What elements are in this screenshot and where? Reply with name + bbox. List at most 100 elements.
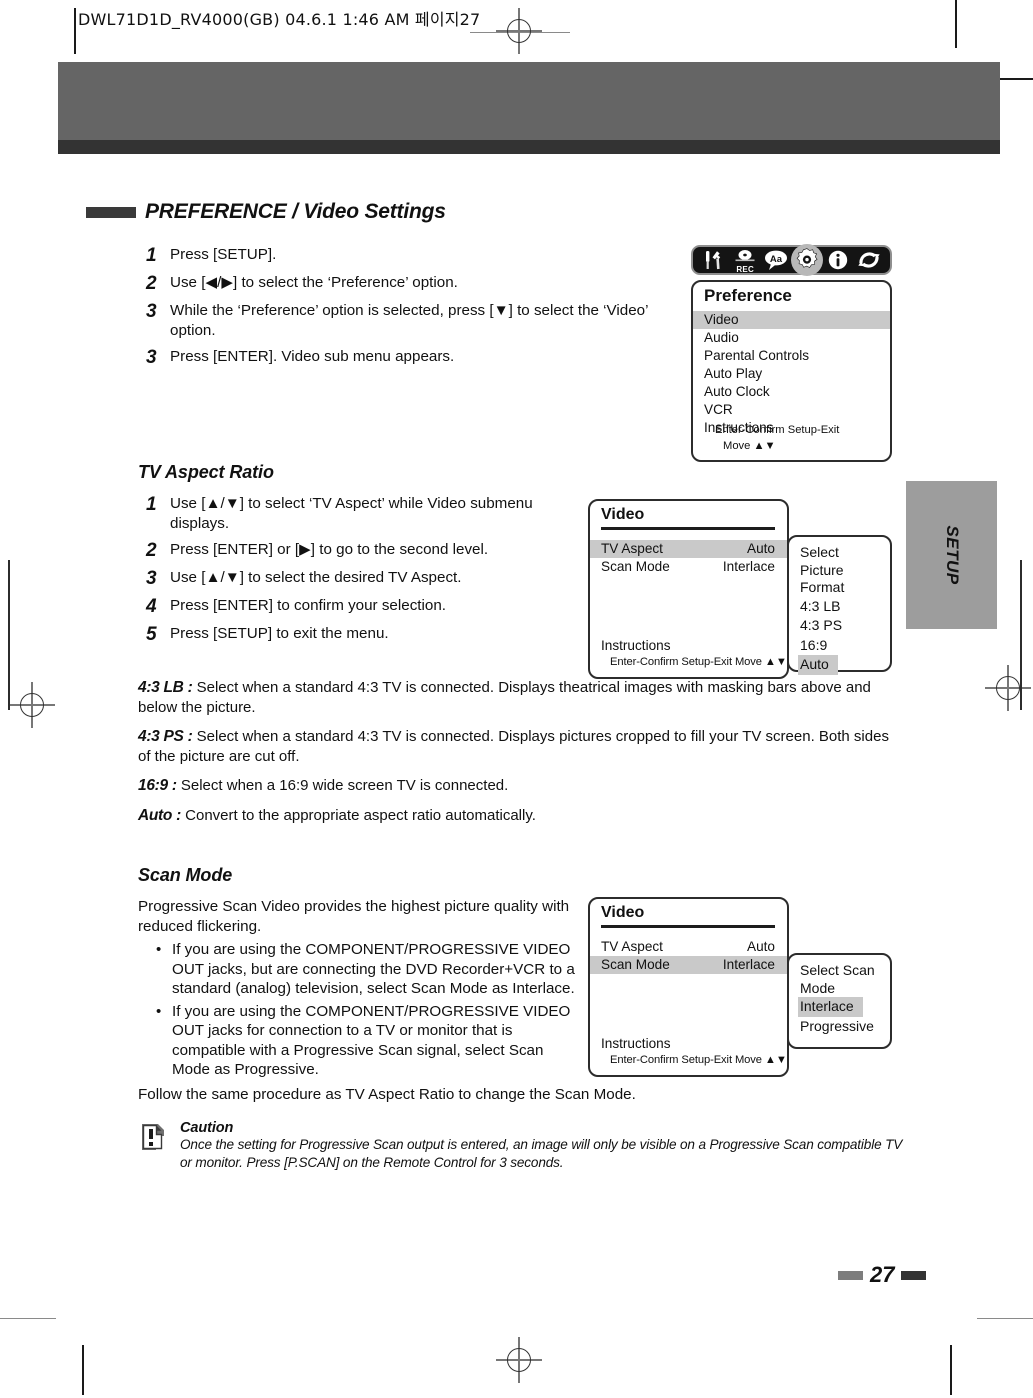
osd-instructions-title: Instructions	[601, 638, 671, 653]
crop-mark-bottom-right-vertical	[950, 1345, 952, 1395]
popup-option-progressive[interactable]: Progressive	[800, 1017, 883, 1037]
section-heading-label: PREFERENCE / Video Settings	[145, 200, 446, 223]
step-text: Press [ENTER] or [▶] to go to the second…	[170, 541, 489, 558]
svg-text:Aa: Aa	[770, 254, 783, 265]
menu-item-label: Audio	[704, 330, 739, 345]
video-osd-panel-aspect[interactable]: Video TV Aspect Auto Scan Mode Interlace…	[588, 499, 789, 679]
side-tab-setup: SETUP	[906, 481, 997, 629]
scan-mode-intro: Progressive Scan Video provides the high…	[138, 898, 570, 935]
scan-mode-bullets: • If you are using the COMPONENT/PROGRES…	[150, 940, 580, 1083]
menu-item-scan-mode[interactable]: Scan Mode Interlace	[590, 955, 787, 974]
menu-item-label: Scan Mode	[601, 956, 670, 972]
menu-item-parental-controls[interactable]: Parental Controls	[693, 347, 890, 365]
step-number: 1	[146, 494, 157, 515]
step-number: 2	[146, 540, 157, 561]
page-footer: 27	[838, 1262, 927, 1288]
page-number: 27	[870, 1262, 895, 1287]
registration-mark-bottom	[496, 1337, 542, 1383]
list-item: • If you are using the COMPONENT/PROGRES…	[150, 1002, 580, 1080]
definition-item: 16:9 : Select when a 16:9 wide screen TV…	[138, 776, 890, 796]
popup-title-line-1: Select Scan	[800, 962, 875, 978]
popup-option-interlace[interactable]: Interlace	[798, 997, 863, 1017]
tv-aspect-steps-list: 1 Use [▲/▼] to select ‘TV Aspect’ while …	[138, 494, 558, 652]
preference-menu-list: Video Audio Parental Controls Auto Play …	[693, 309, 890, 437]
menu-item-video[interactable]: Video	[693, 311, 890, 329]
step-number: 2	[146, 273, 157, 294]
osd-panel-title: Preference	[704, 286, 792, 305]
menu-item-value: Interlace	[722, 558, 775, 574]
tv-aspect-definitions: 4:3 LB : Select when a standard 4:3 TV i…	[138, 678, 890, 835]
menu-item-auto-clock[interactable]: Auto Clock	[693, 383, 890, 401]
preference-osd-panel[interactable]: Preference Video Audio Parental Controls…	[691, 280, 892, 462]
menu-item-value: Interlace	[722, 956, 775, 972]
page-subheading-scan-mode: Scan Mode	[138, 865, 233, 885]
step-number: 1	[146, 245, 157, 266]
definition-item: 4:3 LB : Select when a standard 4:3 TV i…	[138, 678, 890, 717]
definition-term: Auto :	[138, 806, 181, 824]
crop-mark-top-right-vertical	[955, 0, 957, 48]
menu-item-tv-aspect[interactable]: TV Aspect Auto	[590, 539, 787, 558]
menu-item-tv-aspect[interactable]: TV Aspect Auto	[590, 938, 787, 956]
definition-desc: Convert to the appropriate aspect ratio …	[185, 806, 536, 824]
step-text: Press [SETUP].	[170, 246, 277, 263]
popup-option-4-3-lb[interactable]: 4:3 LB	[800, 597, 849, 617]
video-menu-list: TV Aspect Auto Scan Mode Interlace	[590, 530, 787, 576]
caution-heading: Caution	[180, 1120, 234, 1136]
osd-instructions-sub: Enter-Confirm Setup-Exit Move ▲▼	[610, 656, 787, 668]
menu-item-audio[interactable]: Audio	[693, 329, 890, 347]
popup-option-auto[interactable]: Auto	[798, 655, 838, 675]
step-text: While the ‘Preference’ option is selecte…	[170, 302, 648, 339]
gear-icon[interactable]	[790, 244, 823, 276]
osd-instructions-line-1: Enter-Confirm Setup-Exit	[715, 424, 840, 436]
definition-term: 4:3 LB :	[138, 679, 193, 696]
list-item: 1 Use [▲/▼] to select ‘TV Aspect’ while …	[138, 494, 558, 533]
side-tab-label: SETUP	[942, 525, 962, 585]
osd-instructions-sub: Enter-Confirm Setup-Exit Move ▲▼	[610, 1054, 787, 1066]
popup-option-16-9[interactable]: 16:9	[800, 636, 836, 656]
step-number: 3	[146, 347, 157, 368]
menu-item-value: Auto	[747, 938, 775, 954]
scan-mode-outro: Follow the same procedure as TV Aspect R…	[138, 1086, 636, 1103]
step-text: Use [▲/▼] to select ‘TV Aspect’ while Vi…	[170, 495, 533, 532]
page-banner-underbar	[58, 140, 1000, 154]
list-item: 1 Press [SETUP].	[138, 245, 658, 266]
step-number: 3	[146, 568, 157, 589]
step-text: Press [ENTER] to confirm your selection.	[170, 597, 446, 614]
tools-icon[interactable]	[701, 247, 727, 273]
popup-title-line-2: Format	[800, 579, 845, 595]
definition-desc: Select when a standard 4:3 TV is connect…	[138, 728, 889, 765]
intro-steps-list: 1 Press [SETUP]. 2 Use [◀/▶] to select t…	[138, 245, 658, 375]
menu-item-vcr[interactable]: VCR	[693, 401, 890, 419]
crop-mark-bottom-right-horizontal	[977, 1318, 1033, 1320]
select-scan-mode-popup[interactable]: Select Scan Mode Interlace Progressive	[787, 953, 892, 1049]
rec-icon-label: REC	[736, 265, 755, 274]
popup-title-line-2: Mode	[800, 979, 836, 996]
definition-desc: Select when a standard 4:3 TV is connect…	[138, 679, 871, 716]
subtitle-aa-icon[interactable]: Aa	[763, 247, 789, 273]
definition-item: Auto : Convert to the appropriate aspect…	[138, 806, 890, 826]
crop-mark-bottom-left-vertical	[82, 1345, 84, 1395]
crop-mark-top-left-vertical	[74, 8, 76, 54]
menu-item-auto-play[interactable]: Auto Play	[693, 365, 890, 383]
repeat-icon[interactable]	[856, 247, 882, 273]
osd-icon-toolbar[interactable]: REC Aa	[691, 244, 892, 276]
definition-term: 16:9 :	[138, 777, 177, 794]
list-item: 4 Press [ENTER] to confirm your selectio…	[138, 596, 558, 617]
section-heading: PREFERENCE / Video Settings	[86, 200, 446, 224]
osd-instructions-title: Instructions	[601, 1036, 671, 1051]
list-item: • If you are using the COMPONENT/PROGRES…	[150, 940, 580, 999]
select-picture-format-popup[interactable]: Select Picture Format 4:3 LB 4:3 PS 16:9…	[787, 535, 892, 675]
list-item: 5 Press [SETUP] to exit the menu.	[138, 624, 558, 645]
menu-item-scan-mode[interactable]: Scan Mode Interlace	[590, 558, 787, 576]
info-icon[interactable]	[825, 247, 851, 273]
step-number: 3	[146, 301, 157, 322]
step-number: 4	[146, 596, 157, 617]
popup-option-4-3-ps[interactable]: 4:3 PS	[800, 616, 851, 636]
bullet-text: If you are using the COMPONENT/PROGRESSI…	[172, 1002, 571, 1079]
video-osd-panel-scan[interactable]: Video TV Aspect Auto Scan Mode Interlace…	[588, 897, 789, 1077]
osd-panel-title: Video	[601, 904, 645, 921]
rec-icon[interactable]: REC	[732, 247, 758, 274]
preference-osd-instructions: Enter-Confirm Setup-Exit Move ▲▼	[715, 422, 839, 454]
bullet-icon: •	[156, 1002, 162, 1020]
page-subheading-tv-aspect: TV Aspect Ratio	[138, 462, 274, 482]
